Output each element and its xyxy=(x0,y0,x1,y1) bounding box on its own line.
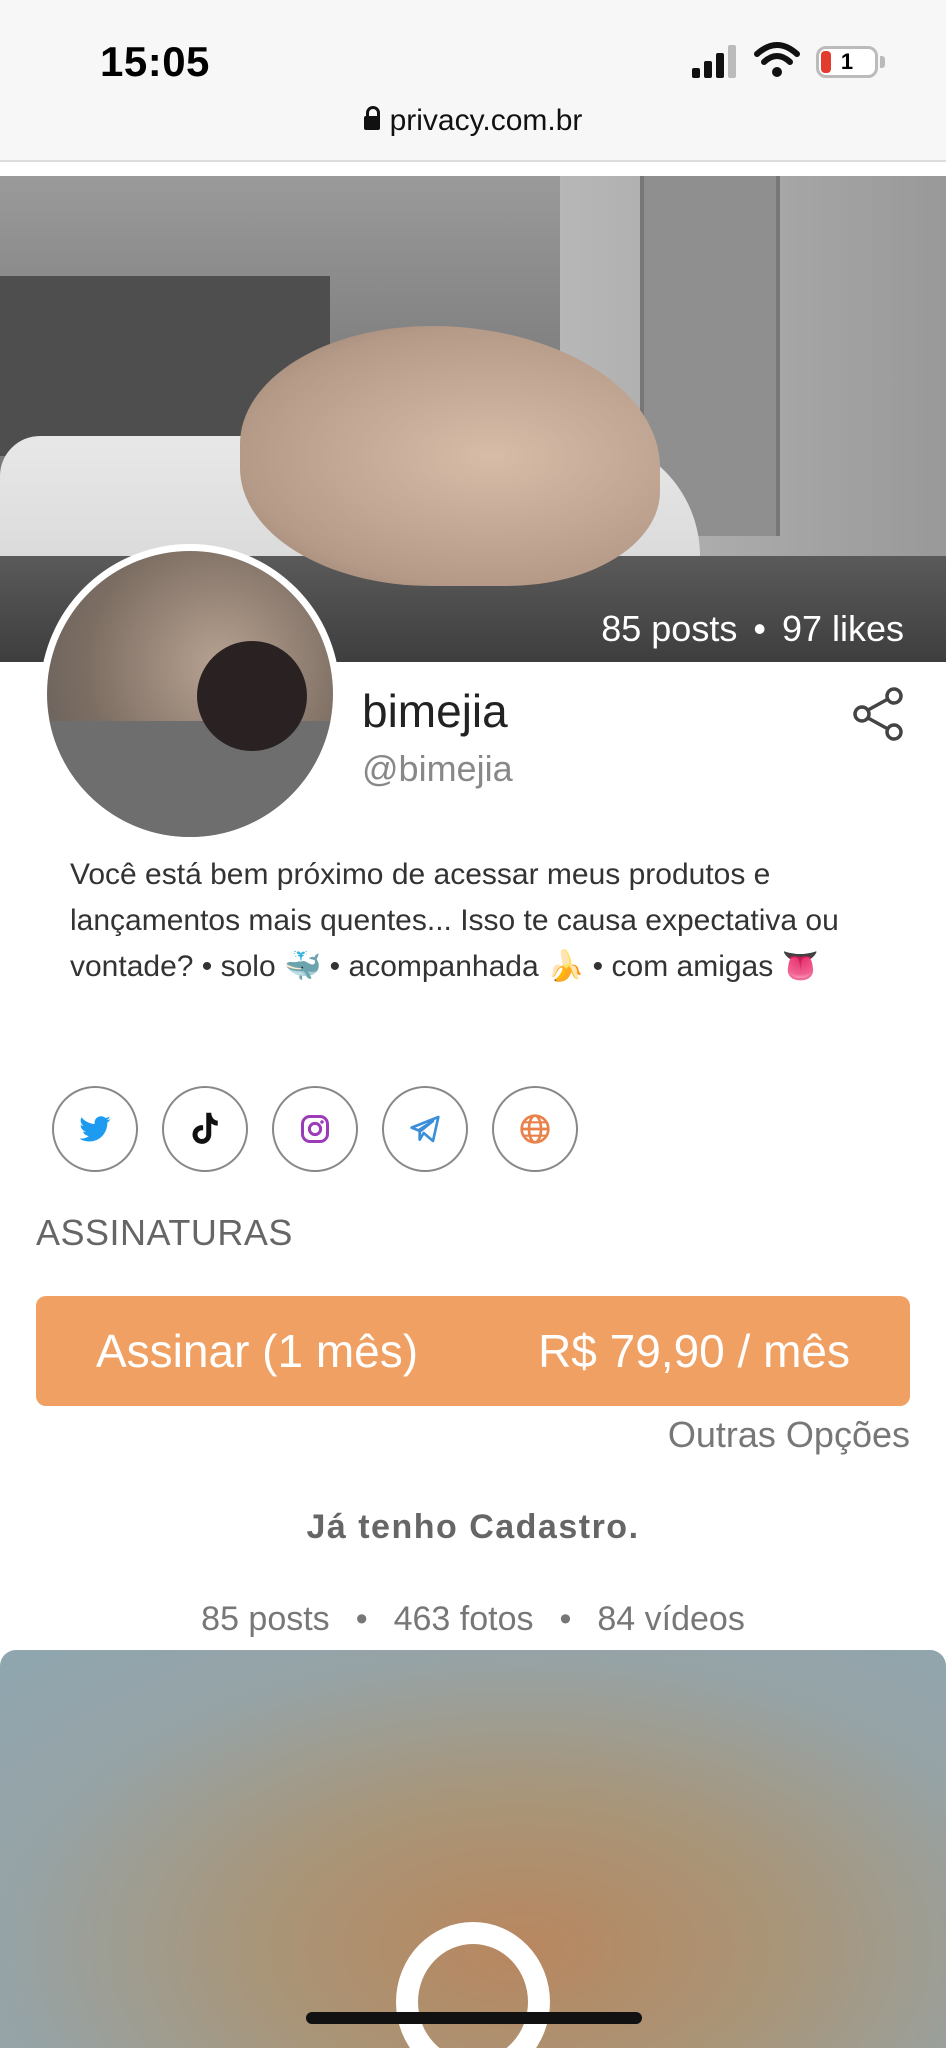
avatar[interactable] xyxy=(40,544,340,844)
home-indicator[interactable] xyxy=(306,2012,642,2024)
battery-cap xyxy=(880,56,885,68)
cover-posts-count: 85 posts xyxy=(601,608,738,649)
wifi-icon xyxy=(754,42,800,77)
posts-count: 85 posts xyxy=(201,1600,330,1638)
profile-handle: @bimejia xyxy=(362,748,513,789)
battery-level: 1 xyxy=(840,49,854,74)
cover-likes-count: 97 likes xyxy=(781,608,904,649)
browser-url-bar[interactable]: privacy.com.br xyxy=(0,100,946,162)
content-counts: 85 posts • 463 fotos • 84 vídeos xyxy=(0,1600,946,1639)
subscriptions-title: ASSINATURAS xyxy=(36,1212,293,1253)
website-link[interactable] xyxy=(492,1086,578,1172)
lock-icon xyxy=(396,1922,550,2048)
share-icon[interactable] xyxy=(850,686,906,742)
status-bar: 15:05 1 xyxy=(0,0,946,100)
telegram-icon xyxy=(410,1115,440,1143)
photos-count: 463 fotos xyxy=(393,1600,534,1638)
videos-count: 84 vídeos xyxy=(597,1600,745,1638)
globe-icon xyxy=(520,1114,550,1144)
other-options-link[interactable]: Outras Opções xyxy=(668,1414,910,1456)
separator: • xyxy=(355,1600,368,1638)
cover-stats: 85 posts • 97 likes xyxy=(601,608,904,650)
instagram-icon xyxy=(301,1115,329,1143)
battery-icon: 1 xyxy=(816,46,878,78)
url-display[interactable]: privacy.com.br xyxy=(0,104,946,138)
lock-icon xyxy=(363,106,380,130)
telegram-link[interactable] xyxy=(382,1086,468,1172)
tiktok-link[interactable] xyxy=(162,1086,248,1172)
subscribe-button[interactable]: Assinar (1 mês) R$ 79,90 / mês xyxy=(36,1296,910,1406)
subscribe-label: Assinar (1 mês) xyxy=(96,1325,419,1377)
url-text: privacy.com.br xyxy=(389,104,583,137)
login-link[interactable]: Já tenho Cadastro. xyxy=(0,1508,946,1547)
subscribe-price: R$ 79,90 / mês xyxy=(538,1325,850,1377)
instagram-link[interactable] xyxy=(272,1086,358,1172)
tiktok-icon xyxy=(192,1112,218,1144)
locked-post-preview[interactable] xyxy=(0,1650,946,2048)
cellular-signal-icon xyxy=(692,45,736,78)
profile-name: bimejia xyxy=(362,685,508,737)
profile-bio: Você está bem próximo de acessar meus pr… xyxy=(70,858,839,983)
separator: • xyxy=(753,608,766,649)
twitter-link[interactable] xyxy=(52,1086,138,1172)
twitter-icon xyxy=(79,1116,111,1142)
status-time: 15:05 xyxy=(100,38,210,85)
separator: • xyxy=(559,1600,572,1638)
